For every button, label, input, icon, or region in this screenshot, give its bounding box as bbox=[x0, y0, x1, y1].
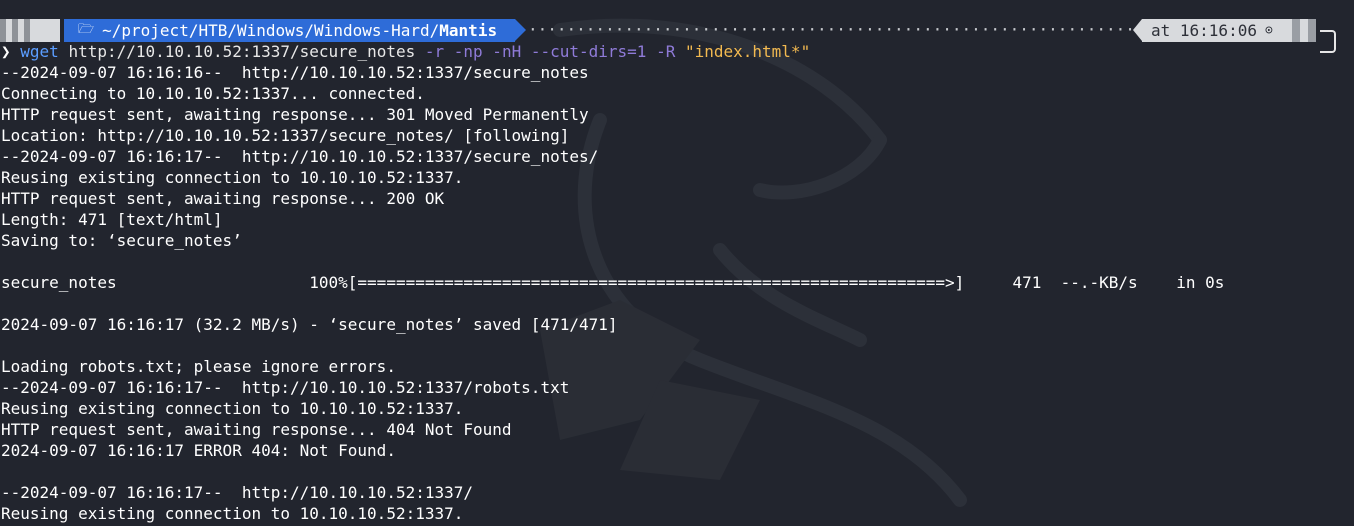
time-label: at 16:16:06 bbox=[1151, 21, 1257, 40]
progress-line: secure_notes 100%[======================… bbox=[1, 273, 1225, 292]
output-line: --2024-09-07 16:16:17-- http://10.10.10.… bbox=[1, 147, 599, 166]
os-segment bbox=[0, 19, 60, 42]
command-flags: -r -np -nH --cut-dirs=1 -R bbox=[424, 42, 676, 61]
output-line: HTTP request sent, awaiting response... … bbox=[1, 105, 589, 124]
terminal-window[interactable]: 🗁 ~/project/HTB/Windows/Windows-Hard/Man… bbox=[0, 0, 1354, 526]
command-pattern: "index.html*" bbox=[684, 42, 811, 61]
output-line: Reusing existing connection to 10.10.10.… bbox=[1, 504, 464, 523]
output-line: --2024-09-07 16:16:16-- http://10.10.10.… bbox=[1, 63, 589, 82]
path-prefix: ~/project/HTB/Windows/Windows-Hard/ bbox=[102, 21, 440, 40]
time-segment-arrow bbox=[1133, 19, 1142, 41]
tail-segment bbox=[1292, 19, 1320, 42]
path-current-dir: Mantis bbox=[439, 21, 498, 40]
output-line: Connecting to 10.10.10.52:1337... connec… bbox=[1, 84, 425, 103]
command-program: wget bbox=[20, 42, 59, 61]
prompt-filler-dots: ········································… bbox=[528, 20, 1134, 39]
output-line: HTTP request sent, awaiting response... … bbox=[1, 420, 512, 439]
output-line: Reusing existing connection to 10.10.10.… bbox=[1, 168, 464, 187]
output-line: Loading robots.txt; please ignore errors… bbox=[1, 357, 396, 376]
output-line: Location: http://10.10.10.52:1337/secure… bbox=[1, 126, 570, 145]
path-segment: 🗁 ~/project/HTB/Windows/Windows-Hard/Man… bbox=[64, 19, 515, 42]
output-line: Length: 471 [text/html] bbox=[1, 210, 223, 229]
prompt-corner-decoration bbox=[1320, 30, 1336, 53]
terminal-output: ❯ wget http://10.10.10.52:1337/secure_no… bbox=[1, 41, 1224, 524]
path-segment-arrow bbox=[515, 19, 526, 41]
prompt-status-bar: 🗁 ~/project/HTB/Windows/Windows-Hard/Man… bbox=[0, 19, 1354, 42]
prompt-char: ❯ bbox=[1, 42, 11, 61]
output-line: Saving to: ‘secure_notes’ bbox=[1, 231, 242, 250]
output-line: --2024-09-07 16:16:17-- http://10.10.10.… bbox=[1, 378, 570, 397]
output-line: Reusing existing connection to 10.10.10.… bbox=[1, 399, 464, 418]
command-url: http://10.10.10.52:1337/secure_notes bbox=[68, 42, 416, 61]
time-segment: at 16:16:06 ⊙ bbox=[1142, 19, 1292, 42]
clock-icon: ⊙ bbox=[1264, 23, 1273, 38]
output-line: --2024-09-07 16:16:17-- http://10.10.10.… bbox=[1, 483, 474, 502]
output-line: 2024-09-07 16:16:17 ERROR 404: Not Found… bbox=[1, 441, 396, 460]
output-line: HTTP request sent, awaiting response... … bbox=[1, 189, 445, 208]
command-line: ❯ wget http://10.10.10.52:1337/secure_no… bbox=[1, 41, 1224, 62]
folder-icon: 🗁 bbox=[78, 21, 95, 37]
output-line: 2024-09-07 16:16:17 (32.2 MB/s) - ‘secur… bbox=[1, 315, 618, 334]
